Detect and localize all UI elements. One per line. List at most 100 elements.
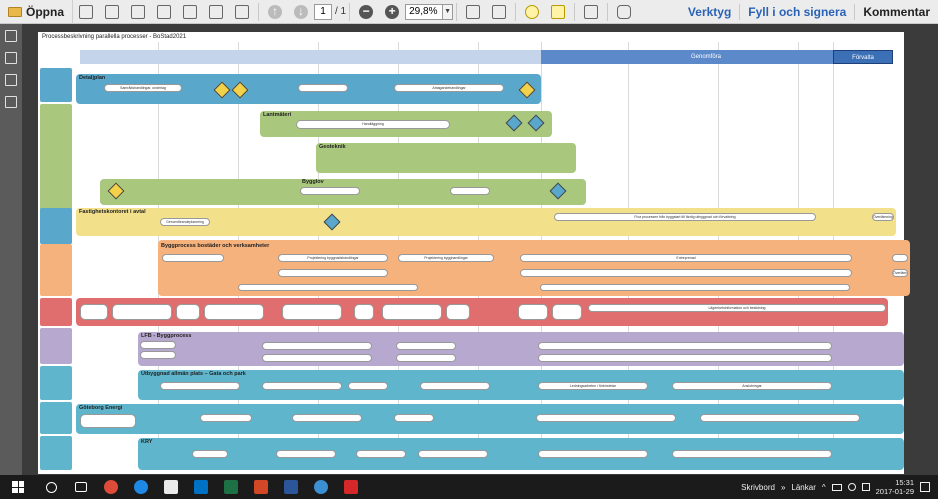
process-box: Antagandehandlingar [394,84,504,92]
process-box [536,414,676,422]
band-title: Göteborg Energi [79,405,123,411]
links-toolbar-label[interactable]: Länkar [791,483,815,492]
lane-tab [40,208,72,244]
process-box: Anslutningar [672,382,832,390]
band-lfb: LFB - Byggprocess [138,332,904,366]
excel-taskbar-button[interactable] [216,475,246,499]
hand-tool-button[interactable] [613,2,635,22]
export-button[interactable] [101,2,123,22]
timeline-phase-planning [80,50,580,64]
zoom-dropdown[interactable]: ▼ [443,3,454,20]
powerpoint-taskbar-button[interactable] [246,475,276,499]
save-button[interactable] [179,2,201,22]
process-box [162,254,224,262]
cloud-button[interactable] [153,2,175,22]
process-box: Fixa processen från byggstart till färdi… [554,213,816,221]
print-button[interactable] [205,2,227,22]
band-title: Fastighetskontoret i avtal [79,209,146,215]
highlight-icon [551,4,566,19]
edge-taskbar-button[interactable] [126,475,156,499]
fit-width-button[interactable] [462,2,484,22]
chrome-taskbar-button[interactable] [96,475,126,499]
layers-icon[interactable] [5,96,17,108]
store-icon [164,480,178,494]
email-button[interactable] [231,2,253,22]
band-title: Detaljplan [79,75,106,81]
toolbar-separator [258,2,259,21]
store-taskbar-button[interactable] [156,475,186,499]
band-byggprocess: Byggprocess bostäder och verksamheter Pr… [158,240,910,296]
fullscreen-button[interactable] [580,2,602,22]
timeline-phase-genomfora: Genomföra [541,50,871,64]
desktop-toolbar-label[interactable]: Skrivbord [741,483,775,492]
bookmarks-icon[interactable] [5,52,17,64]
process-box [262,354,372,362]
zoom-in-button[interactable]: + [381,2,403,22]
word-icon [284,480,298,494]
chrome-icon [104,480,118,494]
word-taskbar-button[interactable] [276,475,306,499]
toolbar-separator [607,2,609,21]
tools-button[interactable]: Verktyg [680,0,739,24]
band-lantmateri: Lantmäteri Handläggning [260,111,552,137]
band-title: LFB - Byggprocess [141,333,192,339]
network-icon[interactable] [847,483,856,491]
outlook-taskbar-button[interactable] [186,475,216,499]
toolbar-separator [574,2,576,21]
task-view-button[interactable] [66,475,96,499]
system-tray: Skrivbord » Länkar ^ 15:31 2017-01-29 [741,478,938,496]
chevron-up-icon[interactable]: ^ [822,483,826,492]
internet-explorer-icon [314,480,328,494]
lane-tab [40,328,72,364]
process-box: Projektering bygghandlingar [398,254,494,262]
page-total: / 1 [335,6,347,17]
fill-and-sign-button[interactable]: Fyll i och signera [740,0,854,24]
navigation-pane [0,24,22,475]
decision-diamond [213,81,231,99]
process-box [420,382,490,390]
process-box [396,354,456,362]
fit-page-button[interactable] [488,2,510,22]
band-fastighetskontor: Fastighetskontoret i avtal Genomförandep… [76,208,896,236]
next-page-button[interactable]: ↓ [290,2,312,22]
band-gata-park: Utbyggnad allmän plats – Gata och park L… [138,370,904,400]
band-red-process: Lägenhetsinformation och besiktning [76,298,888,326]
comment-panel-button[interactable]: Kommentar [855,0,938,24]
search-button[interactable] [36,475,66,499]
windows-logo-icon [12,481,24,493]
process-box [204,304,264,320]
print-icon [209,4,223,19]
attachments-icon[interactable] [5,74,17,86]
fit-page-icon [492,4,507,19]
page-number-input[interactable] [314,3,332,20]
create-pdf-button[interactable] [75,2,97,22]
process-box [446,304,470,320]
zoom-out-button[interactable]: − [355,2,377,22]
edit-button[interactable] [127,2,149,22]
pages-icon[interactable] [5,30,17,42]
chevron-right-icon[interactable]: » [781,483,785,492]
clock[interactable]: 15:31 2017-01-29 [876,478,914,496]
highlight-button[interactable] [547,2,569,22]
save-icon [183,4,197,19]
decision-diamond [549,182,567,200]
decision-diamond [107,182,125,200]
pdf-page: Processbeskrivning parallella processer … [38,32,910,474]
comment-button[interactable] [521,2,543,22]
zoom-input[interactable] [405,3,444,20]
edge-icon [134,480,148,494]
band-kry: KRY [138,438,904,470]
acrobat-taskbar-button[interactable] [336,475,366,499]
process-box [292,414,362,422]
decision-diamond [527,114,545,132]
battery-icon[interactable] [831,483,842,491]
timeline-phase-forvalta: Förvalta [833,50,893,64]
band-title: Lantmäteri [263,112,292,118]
open-button[interactable]: Öppna [0,0,73,24]
volume-icon[interactable] [861,483,870,491]
process-box: Ledningsarbeten / förbindelse [538,382,648,390]
prev-page-button[interactable]: ↑ [264,2,286,22]
notifications-icon[interactable] [920,482,930,492]
ie-taskbar-button[interactable] [306,475,336,499]
start-button[interactable] [0,475,36,499]
